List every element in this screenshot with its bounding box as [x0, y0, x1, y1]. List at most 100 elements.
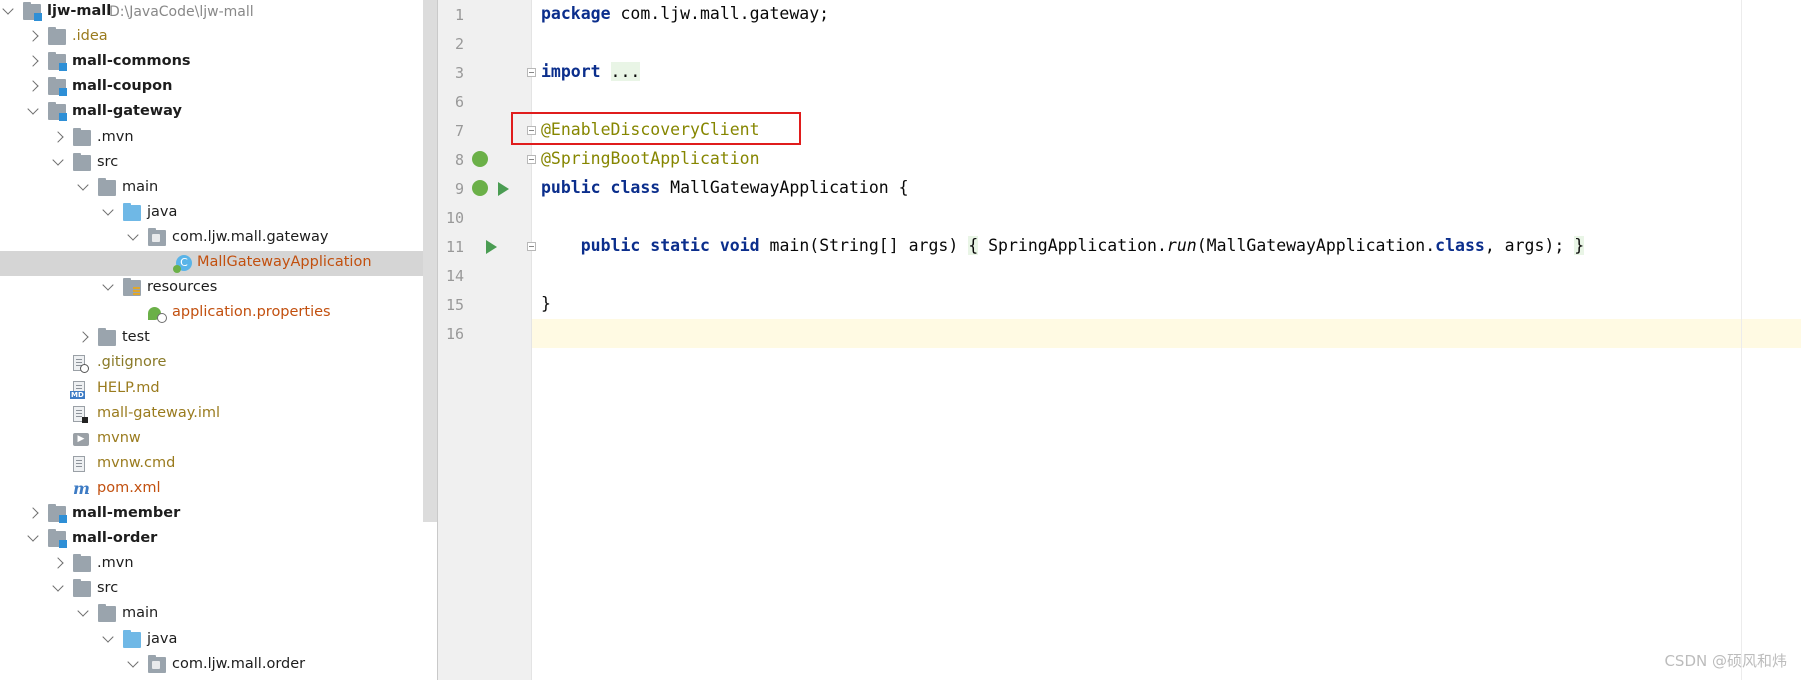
chevron-right-icon[interactable]: [52, 130, 64, 143]
tree-item-label: main: [122, 178, 159, 195]
chevron-down-icon[interactable]: [2, 3, 14, 15]
tree-item[interactable]: MD HELP.md: [0, 377, 425, 402]
folded-region[interactable]: ...: [610, 62, 641, 81]
keyword-token: class: [1435, 236, 1485, 255]
tree-item[interactable]: mall-coupon: [0, 75, 425, 100]
tree-item[interactable]: .idea: [0, 25, 425, 50]
shell-script-icon: ▶: [73, 432, 89, 446]
tree-item[interactable]: .mvn: [0, 126, 425, 151]
tree-item[interactable]: src: [0, 577, 425, 602]
tree-item[interactable]: mall-gateway.iml: [0, 402, 425, 427]
chevron-down-icon[interactable]: [102, 279, 114, 291]
chevron-right-icon[interactable]: [52, 557, 64, 569]
tree-item[interactable]: src: [0, 151, 425, 176]
fold-marker-icon[interactable]: [527, 155, 536, 164]
code-line[interactable]: public class MallGatewayApplication {: [541, 178, 909, 197]
chevron-right-icon[interactable]: [27, 30, 39, 42]
tree-item[interactable]: java: [0, 201, 425, 226]
line-number: 10: [445, 209, 464, 227]
chevron-down-icon[interactable]: [52, 580, 64, 592]
chevron-right-icon[interactable]: [77, 331, 89, 343]
tree-item[interactable]: resources: [0, 276, 425, 301]
chevron-down-icon[interactable]: [102, 204, 114, 216]
keyword-token: static: [650, 236, 710, 255]
code-line[interactable]: @SpringBootApplication: [541, 149, 760, 168]
tree-item[interactable]: com.ljw.mall.order: [0, 653, 425, 678]
tree-item[interactable]: mvnw.cmd: [0, 452, 425, 477]
chevron-down-icon[interactable]: [77, 179, 89, 191]
chevron-down-icon[interactable]: [27, 103, 39, 116]
chevron-right-icon[interactable]: [27, 55, 39, 67]
code-token: main(String[] args): [759, 236, 969, 255]
fold-marker-icon[interactable]: [527, 68, 536, 77]
keyword-token: void: [719, 236, 760, 255]
iml-file-icon: [73, 405, 88, 423]
keyword-token: class: [610, 178, 661, 197]
line-number: 6: [454, 93, 464, 111]
folded-region[interactable]: {: [968, 236, 979, 255]
code-line[interactable]: public static void main(String[] args) {…: [541, 236, 1585, 255]
module-folder-icon: [48, 504, 67, 523]
keyword-token: import: [541, 62, 601, 81]
line-number: 14: [445, 267, 464, 285]
tree-item[interactable]: mall-gateway: [0, 100, 425, 125]
tree-item-label: ljw-mall: [47, 3, 112, 19]
module-folder-icon: [48, 77, 67, 97]
package-icon: [148, 227, 166, 246]
tree-item[interactable]: mall-order: [0, 527, 425, 552]
tree-item[interactable]: test: [0, 326, 425, 351]
chevron-down-icon[interactable]: [127, 655, 139, 668]
line-number: 16: [445, 325, 464, 343]
chevron-down-icon[interactable]: [52, 153, 64, 166]
spring-class-icon: C: [173, 255, 192, 273]
line-number: 7: [454, 122, 464, 140]
folded-region[interactable]: }: [1574, 236, 1585, 255]
run-icon[interactable]: [498, 182, 509, 196]
tree-item-label: mall-order: [72, 530, 158, 547]
project-scrollbar[interactable]: [423, 0, 437, 522]
run-icon[interactable]: [486, 240, 497, 254]
code-token: (MallGatewayApplication.: [1196, 236, 1436, 255]
text-file-icon: [73, 455, 85, 472]
line-number: 3: [454, 64, 464, 82]
tree-item[interactable]: C MallGatewayApplication: [0, 251, 425, 276]
tree-item[interactable]: .gitignore: [0, 351, 425, 376]
chevron-down-icon[interactable]: [77, 605, 89, 618]
tree-item[interactable]: main: [0, 176, 425, 201]
chevron-down-icon[interactable]: [102, 630, 114, 643]
code-line[interactable]: }: [541, 294, 551, 313]
tree-item-label: pom.xml: [97, 479, 161, 496]
tree-item-label: java: [147, 630, 178, 647]
tree-item[interactable]: mall-member: [0, 502, 425, 527]
code-line[interactable]: import ...: [541, 62, 641, 81]
tree-item[interactable]: .mvn: [0, 552, 425, 577]
code-token: run: [1166, 236, 1197, 255]
watermark: CSDN @硕风和炜: [1664, 652, 1787, 670]
chevron-right-icon[interactable]: [27, 80, 39, 92]
tree-item[interactable]: com.ljw.mall.gateway: [0, 226, 425, 251]
fold-marker-icon[interactable]: [527, 242, 536, 251]
tree-item[interactable]: java: [0, 628, 425, 653]
chevron-down-icon[interactable]: [127, 229, 139, 241]
tree-item-label: resources: [147, 279, 218, 296]
tree-item[interactable]: main: [0, 602, 425, 627]
tree-item[interactable]: ▶ mvnw: [0, 427, 425, 452]
annotation-token: @SpringBootApplication: [541, 149, 760, 168]
source-folder-icon: [123, 202, 141, 221]
package-icon: [148, 654, 166, 673]
spring-bean-icon[interactable]: [472, 151, 488, 167]
resources-folder-icon: [123, 278, 141, 297]
code-token: com.ljw.mall.gateway;: [610, 4, 830, 23]
tree-item[interactable]: application.properties: [0, 301, 425, 326]
chevron-down-icon[interactable]: [27, 530, 39, 542]
folder-icon: [73, 152, 91, 171]
tree-item[interactable]: mall-commons: [0, 50, 425, 75]
current-line-highlight: [532, 319, 1801, 348]
spring-bean-icon[interactable]: [472, 180, 488, 196]
chevron-right-icon[interactable]: [27, 507, 39, 519]
tree-item[interactable]: m pom.xml: [0, 477, 425, 502]
tree-item[interactable]: ljw-mall D:\JavaCode\ljw-mall: [0, 0, 425, 25]
code-line[interactable]: package com.ljw.mall.gateway;: [541, 4, 829, 23]
